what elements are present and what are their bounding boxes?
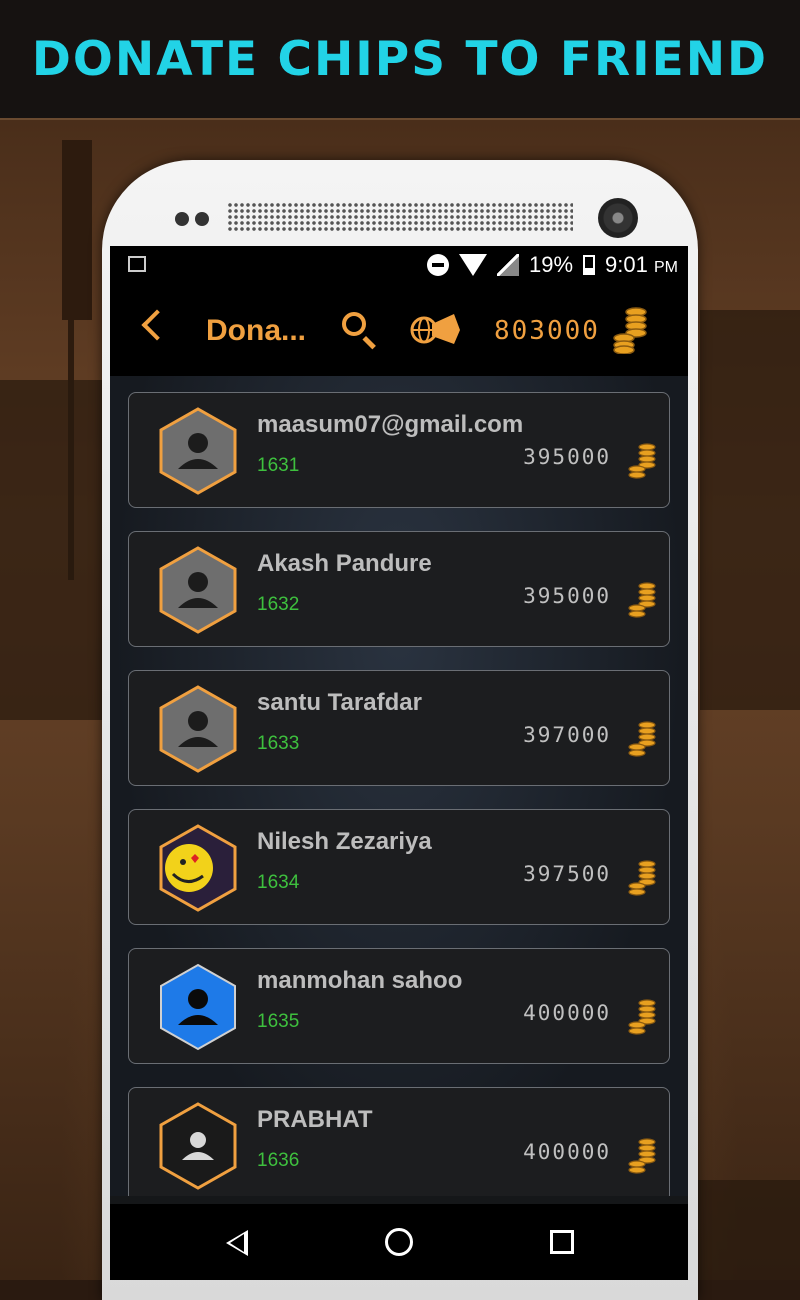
back-icon[interactable] bbox=[141, 309, 173, 341]
app-toolbar: Dona... 803000 bbox=[110, 284, 688, 376]
friend-id: 1631 bbox=[257, 455, 300, 476]
friend-name: maasum07@gmail.com bbox=[257, 411, 524, 438]
coins-icon bbox=[628, 860, 656, 896]
friend-id: 1632 bbox=[257, 594, 300, 615]
nav-recent-icon[interactable] bbox=[550, 1230, 574, 1254]
friend-id: 1633 bbox=[257, 733, 300, 754]
battery-icon bbox=[583, 255, 596, 275]
nav-back-icon[interactable] bbox=[226, 1230, 248, 1256]
coins-icon bbox=[628, 443, 656, 479]
dnd-icon bbox=[427, 254, 449, 276]
chip-balance: 803000 bbox=[494, 316, 600, 346]
android-navbar bbox=[110, 1204, 688, 1280]
clock-ampm: PM bbox=[654, 259, 678, 276]
speaker-grill bbox=[227, 202, 573, 232]
avatar bbox=[159, 407, 237, 495]
friend-id: 1635 bbox=[257, 1011, 300, 1032]
no-signal-icon bbox=[497, 254, 519, 276]
coins-icon bbox=[628, 1138, 656, 1174]
banner-title: DONATE CHIPS TO FRIEND bbox=[31, 31, 769, 87]
avatar bbox=[160, 963, 236, 1051]
avatar bbox=[159, 546, 237, 634]
front-camera bbox=[598, 198, 638, 238]
coins-icon bbox=[628, 582, 656, 618]
friend-name: santu Tarafdar bbox=[257, 689, 422, 716]
app-screen: 19% 9:01 PM Dona... 803000 maasum07@gmai… bbox=[110, 246, 688, 1280]
image-notification-icon bbox=[128, 256, 146, 272]
coins-icon bbox=[628, 721, 656, 757]
friend-name: Akash Pandure bbox=[257, 550, 432, 577]
coins-icon bbox=[613, 307, 647, 354]
battery-percent: 19% bbox=[529, 252, 574, 277]
friend-row[interactable]: manmohan sahoo 1635 400000 bbox=[128, 948, 670, 1064]
nav-home-icon[interactable] bbox=[385, 1228, 413, 1256]
avatar bbox=[159, 685, 237, 773]
friend-row[interactable]: santu Tarafdar 1633 397000 bbox=[128, 670, 670, 786]
friend-row[interactable]: PRABHAT 1636 400000 bbox=[128, 1087, 670, 1196]
horn-globe-icon[interactable] bbox=[410, 308, 462, 348]
toolbar-title: Dona... bbox=[206, 314, 307, 347]
clock: 9:01 bbox=[605, 252, 648, 277]
friend-id: 1636 bbox=[257, 1150, 300, 1171]
friend-id: 1634 bbox=[257, 872, 300, 893]
friend-chips: 395000 bbox=[523, 445, 611, 469]
sensor-dots bbox=[175, 212, 209, 226]
coins-icon bbox=[628, 999, 656, 1035]
friend-row[interactable]: maasum07@gmail.com 1631 395000 bbox=[128, 392, 670, 508]
promo-banner: DONATE CHIPS TO FRIEND bbox=[0, 0, 800, 120]
avatar bbox=[159, 1102, 237, 1190]
wifi-icon bbox=[459, 254, 487, 276]
friend-row[interactable]: Nilesh Zezariya 1634 397500 bbox=[128, 809, 670, 925]
avatar bbox=[159, 824, 237, 912]
friend-list[interactable]: maasum07@gmail.com 1631 395000 Akash Pan… bbox=[110, 376, 688, 1196]
search-icon[interactable] bbox=[342, 312, 366, 336]
friend-chips: 397500 bbox=[523, 862, 611, 886]
friend-chips: 400000 bbox=[523, 1001, 611, 1025]
friend-name: manmohan sahoo bbox=[257, 967, 463, 994]
friend-row[interactable]: Akash Pandure 1632 395000 bbox=[128, 531, 670, 647]
friend-chips: 400000 bbox=[523, 1140, 611, 1164]
status-bar: 19% 9:01 PM bbox=[110, 246, 688, 284]
friend-chips: 395000 bbox=[523, 584, 611, 608]
friend-name: PRABHAT bbox=[257, 1106, 373, 1133]
friend-name: Nilesh Zezariya bbox=[257, 828, 432, 855]
friend-chips: 397000 bbox=[523, 723, 611, 747]
